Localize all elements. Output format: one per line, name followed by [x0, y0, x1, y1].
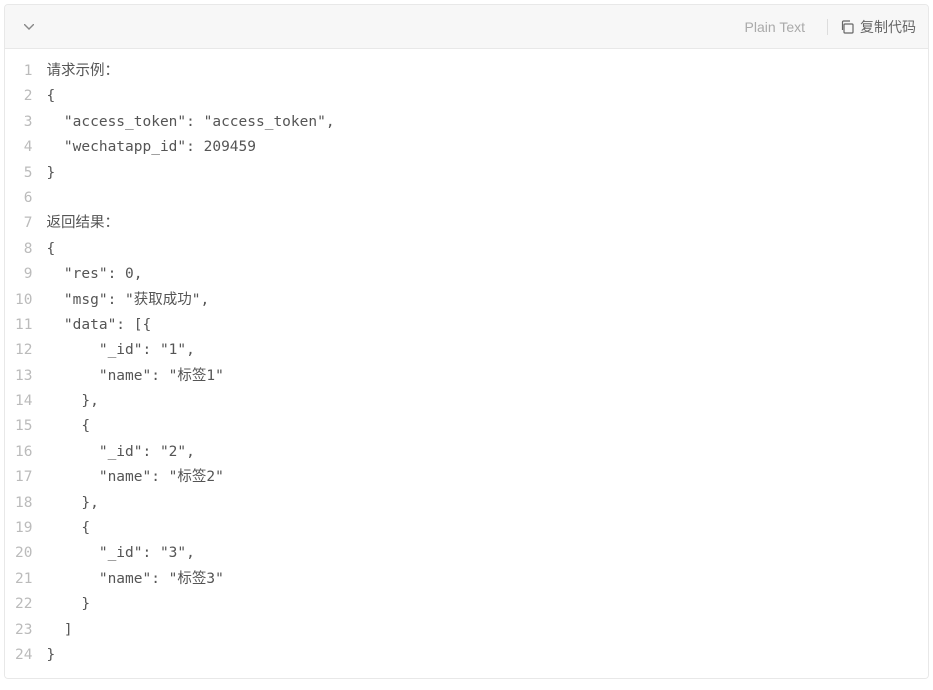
line-number: 9 — [15, 262, 32, 287]
code-line: "data": [{ — [46, 313, 916, 338]
code-line: "name": "标签1" — [46, 364, 916, 389]
code-line: "msg": "获取成功", — [46, 288, 916, 313]
copy-button[interactable]: 复制代码 — [840, 17, 916, 37]
code-line: 请求示例： — [46, 59, 916, 84]
line-number: 4 — [15, 135, 32, 160]
code-line: "_id": "1", — [46, 338, 916, 363]
copy-label: 复制代码 — [860, 17, 916, 37]
line-number: 3 — [15, 110, 32, 135]
line-number: 8 — [15, 237, 32, 262]
line-number: 16 — [15, 440, 32, 465]
code-line — [46, 186, 916, 211]
line-number: 2 — [15, 84, 32, 109]
code-line: }, — [46, 389, 916, 414]
line-number: 7 — [15, 211, 32, 236]
line-number: 22 — [15, 592, 32, 617]
code-line: "access_token": "access_token", — [46, 110, 916, 135]
line-number: 6 — [15, 186, 32, 211]
code-block: Plain Text 复制代码 123456789101112131415161… — [4, 4, 929, 679]
line-number: 19 — [15, 516, 32, 541]
code-line: } — [46, 592, 916, 617]
code-line: { — [46, 237, 916, 262]
code-line: } — [46, 161, 916, 186]
code-content: 请求示例：{ "access_token": "access_token", "… — [46, 59, 928, 668]
line-number: 14 — [15, 389, 32, 414]
code-line: { — [46, 84, 916, 109]
code-line: ] — [46, 618, 916, 643]
line-number: 10 — [15, 288, 32, 313]
divider — [827, 19, 828, 35]
line-number: 13 — [15, 364, 32, 389]
code-line: 返回结果： — [46, 211, 916, 236]
code-line: "_id": "2", — [46, 440, 916, 465]
code-line: { — [46, 414, 916, 439]
code-line: } — [46, 643, 916, 668]
code-header: Plain Text 复制代码 — [5, 5, 928, 49]
code-line: "name": "标签3" — [46, 567, 916, 592]
copy-icon — [840, 20, 854, 34]
code-line: "res": 0, — [46, 262, 916, 287]
line-number: 20 — [15, 541, 32, 566]
code-line: }, — [46, 491, 916, 516]
line-number: 11 — [15, 313, 32, 338]
line-number: 21 — [15, 567, 32, 592]
dropdown-button[interactable] — [17, 15, 41, 39]
chevron-down-icon — [24, 24, 34, 30]
line-number: 18 — [15, 491, 32, 516]
line-number: 12 — [15, 338, 32, 363]
header-right: Plain Text 复制代码 — [745, 17, 916, 37]
line-number: 5 — [15, 161, 32, 186]
code-line: { — [46, 516, 916, 541]
line-numbers: 123456789101112131415161718192021222324 — [5, 59, 46, 668]
line-number: 24 — [15, 643, 32, 668]
line-number: 17 — [15, 465, 32, 490]
header-left — [17, 15, 41, 39]
code-line: "name": "标签2" — [46, 465, 916, 490]
code-body: 123456789101112131415161718192021222324 … — [5, 49, 928, 678]
line-number: 23 — [15, 618, 32, 643]
line-number: 15 — [15, 414, 32, 439]
line-number: 1 — [15, 59, 32, 84]
language-label: Plain Text — [745, 19, 815, 35]
code-line: "_id": "3", — [46, 541, 916, 566]
code-line: "wechatapp_id": 209459 — [46, 135, 916, 160]
